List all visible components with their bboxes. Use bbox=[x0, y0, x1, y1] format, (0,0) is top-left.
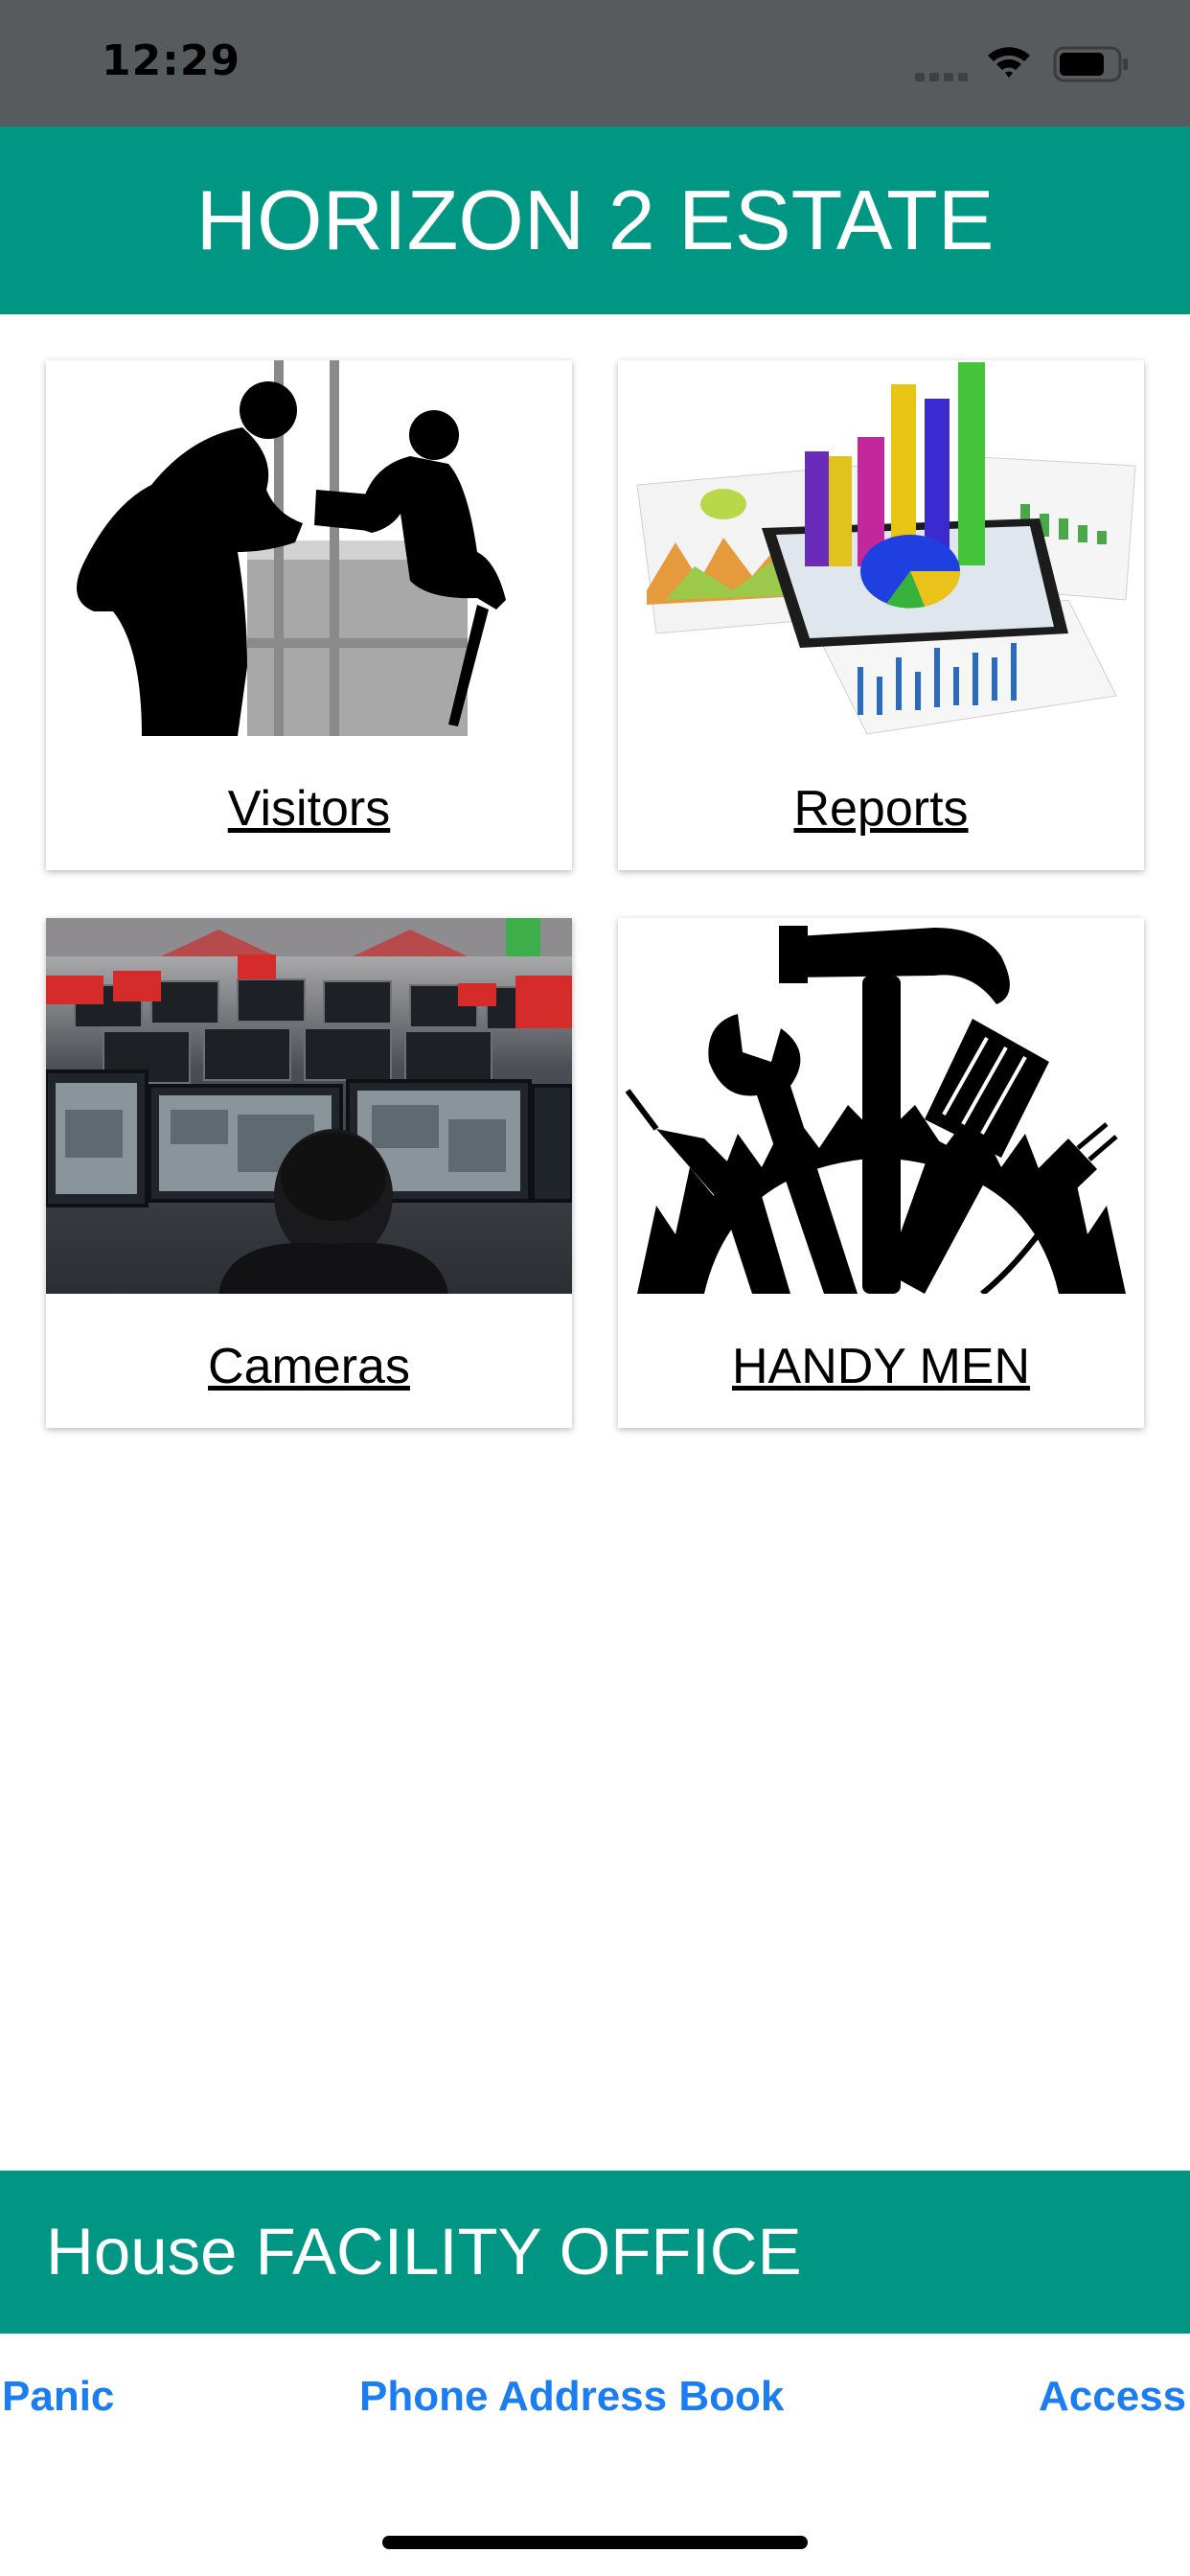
phone-address-book-link[interactable]: Phone Address Book bbox=[359, 2373, 784, 2421]
cameras-tile[interactable]: Cameras bbox=[46, 918, 572, 1428]
cameras-image bbox=[46, 918, 572, 1294]
battery-icon bbox=[1053, 46, 1128, 82]
handy-men-image bbox=[618, 918, 1144, 1294]
title-bar: HORIZON 2 ESTATE bbox=[0, 126, 1190, 314]
visitors-image bbox=[46, 360, 572, 736]
reports-image bbox=[618, 360, 1144, 736]
handy-men-label[interactable]: HANDY MEN bbox=[618, 1338, 1144, 1395]
status-bar: 12:29 bbox=[0, 0, 1190, 126]
visitors-label[interactable]: Visitors bbox=[46, 780, 572, 838]
page-title: HORIZON 2 ESTATE bbox=[195, 172, 995, 267]
cameras-label[interactable]: Cameras bbox=[46, 1338, 572, 1395]
access-link[interactable]: Access bbox=[1039, 2373, 1186, 2421]
wifi-icon bbox=[988, 47, 1030, 78]
panic-link[interactable]: Panic bbox=[2, 2373, 114, 2421]
handy-men-tile[interactable]: HANDY MEN bbox=[618, 918, 1144, 1428]
home-indicator[interactable] bbox=[382, 2536, 808, 2549]
status-time: 12:29 bbox=[102, 36, 241, 85]
facility-office-bar: House FACILITY OFFICE bbox=[0, 2171, 1190, 2334]
reports-label[interactable]: Reports bbox=[618, 780, 1144, 838]
reports-tile[interactable]: Reports bbox=[618, 360, 1144, 870]
facility-office-title: House FACILITY OFFICE bbox=[46, 2215, 802, 2288]
cellular-signal-icon bbox=[915, 69, 969, 82]
visitors-tile[interactable]: Visitors bbox=[46, 360, 572, 870]
